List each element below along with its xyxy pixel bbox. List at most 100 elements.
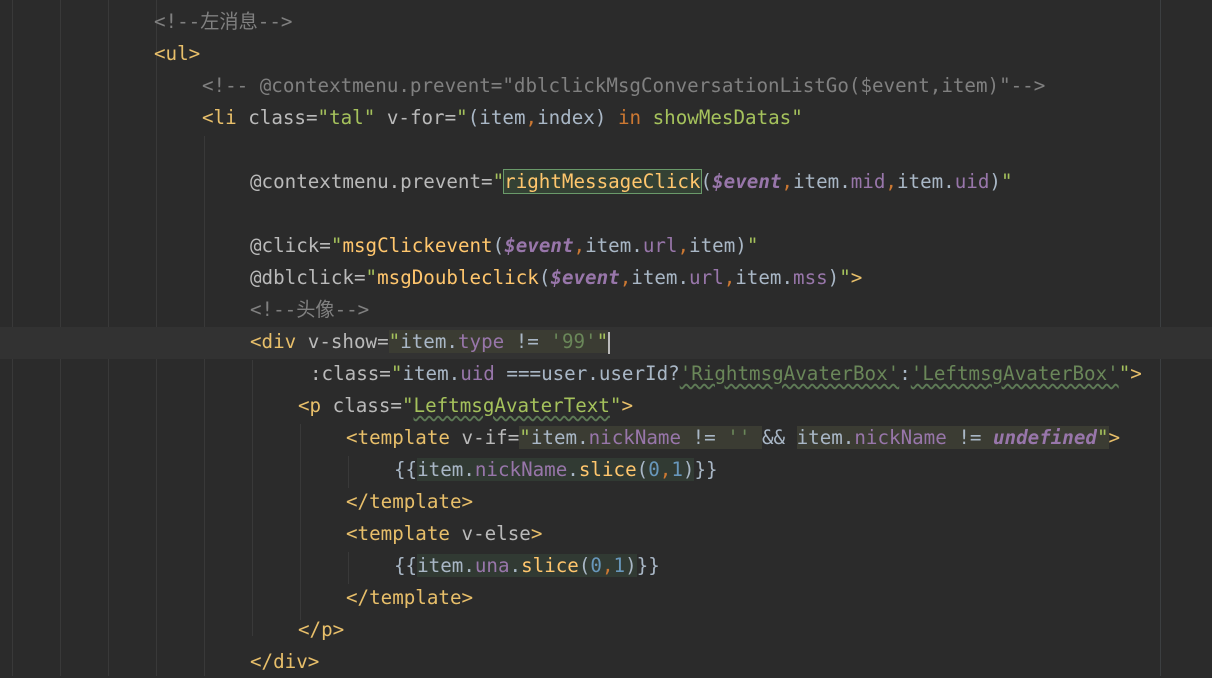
code-token: rightMessageClick	[503, 169, 702, 194]
code-line[interactable]: <div v-show="item.type != '99'"	[250, 326, 611, 358]
code-line[interactable]: <!--左消息-->	[154, 6, 292, 38]
code-token: "	[388, 330, 401, 353]
code-line[interactable]: @dblclick="msgDoubleclick($event,item.ur…	[250, 262, 862, 294]
code-line[interactable]: <ul>	[154, 38, 200, 70]
code-token: "	[456, 106, 468, 129]
code-line[interactable]: :class="item.uid ===user.userId?'Rightms…	[310, 358, 1142, 390]
code-token: <!--头像-->	[250, 298, 370, 321]
code-token: class=	[248, 106, 318, 129]
code-token: undefined	[993, 426, 1097, 449]
code-token: ,	[781, 170, 793, 193]
code-line[interactable]: <template v-else>	[346, 518, 542, 550]
code-line[interactable]: <li class="tal" v-for="(item,index) in s…	[202, 102, 803, 134]
code-token: class=	[332, 394, 402, 417]
code-token: "	[1118, 362, 1131, 385]
code-token: item.	[631, 266, 690, 289]
text-caret	[608, 331, 611, 354]
code-token: ,	[573, 234, 586, 257]
code-token: uid	[460, 362, 495, 385]
code-token: url	[689, 266, 724, 289]
code-token: <!--左消息-->	[154, 10, 293, 33]
code-token: <template	[346, 522, 462, 545]
code-line[interactable]: </template>	[346, 582, 473, 614]
code-line[interactable]: <template v-if="item.nickName != '' && i…	[346, 422, 1120, 454]
code-token: item)	[689, 234, 747, 257]
code-token: v-for=	[375, 106, 457, 129]
code-token: (	[700, 170, 713, 193]
code-token: nickName	[474, 458, 568, 481]
code-token: LeftmsgAvaterText	[413, 394, 610, 417]
code-token: ,	[677, 234, 690, 257]
code-token: slice	[578, 458, 637, 481]
code-token: ,	[659, 458, 672, 481]
code-token: "	[596, 330, 609, 353]
code-token: 1	[613, 554, 626, 577]
code-token: "	[330, 234, 343, 257]
code-token: </template>	[346, 586, 474, 609]
code-token: "	[365, 266, 378, 289]
code-token: <p	[298, 394, 333, 417]
code-line[interactable]: </p>	[298, 614, 344, 646]
code-token: item.	[796, 426, 855, 449]
code-token: {{	[394, 458, 418, 481]
code-token: (	[492, 234, 505, 257]
code-token: v-if=	[461, 426, 520, 449]
code-line[interactable]: <p class="LeftmsgAvaterText">	[298, 390, 633, 422]
code-token: </template>	[346, 490, 474, 513]
code-token: nickName	[854, 426, 947, 449]
code-token: &&	[761, 426, 797, 449]
code-token: $event	[712, 170, 782, 193]
code-token: item.	[400, 330, 458, 353]
code-token: showMesDatas"	[652, 106, 803, 129]
code-token: item.	[896, 170, 955, 193]
code-token: !=	[946, 426, 993, 449]
code-token: !=	[681, 426, 728, 449]
code-token: item.	[417, 458, 475, 481]
code-token: 'RightmsgAvaterBox'	[679, 362, 900, 385]
code-token: @dblclick=	[250, 266, 366, 289]
indent-guide	[348, 456, 349, 488]
code-token: )	[625, 554, 637, 577]
code-token: ,	[885, 170, 897, 193]
code-line[interactable]: <!-- @contextmenu.prevent="dblclickMsgCo…	[202, 70, 1045, 102]
code-token: 0	[648, 458, 660, 481]
code-token: item.	[417, 554, 475, 577]
code-token: ===user.userId?	[494, 362, 680, 385]
code-line[interactable]: {{item.nickName.slice(0,1)}}	[394, 454, 718, 486]
code-token: :class=	[310, 362, 391, 385]
code-token: !=	[504, 330, 551, 353]
code-token: item.	[585, 234, 643, 257]
code-line[interactable]: </template>	[346, 486, 473, 518]
code-editor[interactable]: <!--左消息--> <ul> <!-- @contextmenu.preven…	[0, 0, 1212, 676]
code-token: <ul>	[154, 42, 201, 65]
code-token: "tal"	[317, 106, 376, 129]
code-line[interactable]: <!--头像-->	[250, 294, 369, 326]
code-token: (	[538, 266, 551, 289]
code-token: index)	[537, 106, 618, 129]
code-token: </p>	[298, 618, 345, 641]
code-token: msgClickevent	[342, 234, 493, 257]
indent-guide	[300, 424, 301, 620]
code-token: >	[1130, 362, 1142, 385]
code-token: <li	[202, 106, 249, 129]
code-token: '99'	[550, 330, 597, 353]
code-token: ,	[723, 266, 736, 289]
code-token: in	[617, 106, 642, 129]
code-line[interactable]: {{item.una.slice(0,1)}}	[394, 550, 660, 582]
code-token: .	[567, 458, 579, 481]
code-token: ,	[601, 554, 614, 577]
code-token	[750, 426, 762, 449]
code-line[interactable]: </div>	[250, 646, 319, 678]
code-token: </div>	[250, 650, 320, 673]
code-line[interactable]: @click="msgClickevent($event,item.url,it…	[250, 230, 758, 262]
code-token: )	[989, 170, 1001, 193]
code-token: >	[850, 266, 863, 289]
code-token: 1	[671, 458, 683, 481]
code-token: >	[530, 522, 543, 545]
code-token: ,	[619, 266, 632, 289]
code-token: ,	[525, 106, 538, 129]
code-token: uid	[954, 170, 990, 193]
code-line[interactable]: @contextmenu.prevent="rightMessageClick(…	[250, 166, 1013, 198]
code-token: mid	[850, 170, 886, 193]
code-token: "	[1000, 170, 1013, 193]
